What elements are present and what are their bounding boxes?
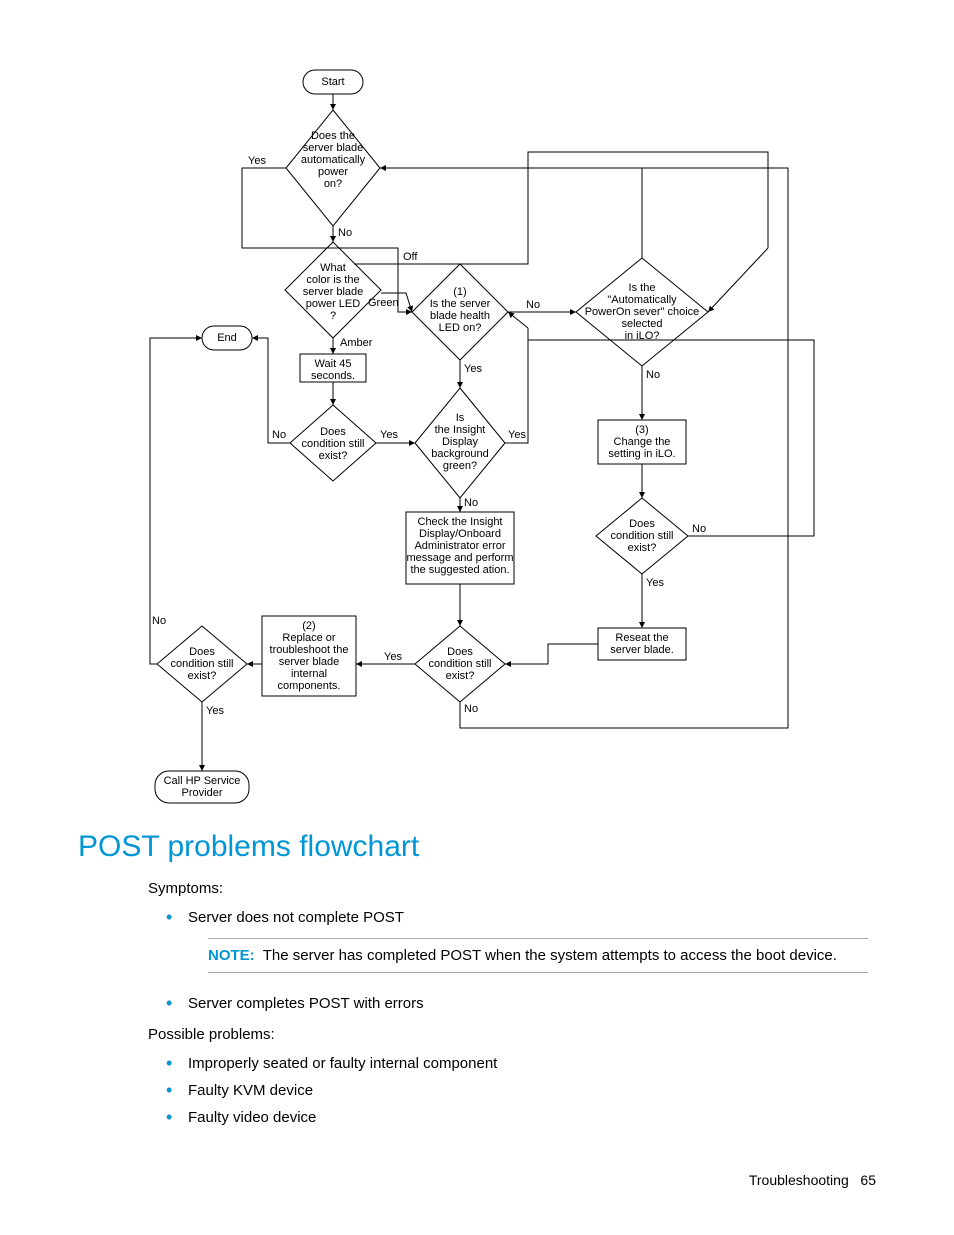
- lbl-no3: No: [526, 300, 540, 311]
- lbl-yes5: Yes: [646, 578, 664, 589]
- note-box: NOTE: The server has completed POST when…: [208, 938, 868, 973]
- node-reseat: Reseat theserver blade.: [598, 632, 686, 656]
- node-replace: (2)Replace ortroubleshoot theserver blad…: [262, 620, 356, 692]
- lbl-no: No: [338, 228, 352, 239]
- node-start: Start: [303, 76, 363, 88]
- lbl-no8: No: [152, 616, 166, 627]
- node-cond-ilo: Doescondition stillexist?: [600, 518, 684, 554]
- lbl-no5: No: [646, 370, 660, 381]
- lbl-yes2: Yes: [380, 430, 398, 441]
- node-ledcolor: Whatcolor is theserver bladepower LED?: [288, 262, 378, 322]
- node-callhp: Call HP ServiceProvider: [155, 775, 249, 799]
- problem-item: Faulty KVM device: [148, 1080, 868, 1101]
- note-text: The server has completed POST when the s…: [263, 947, 837, 964]
- node-checkins: Check the InsightDisplay/OnboardAdminist…: [406, 516, 514, 576]
- lbl-yes3: Yes: [464, 364, 482, 375]
- symptom-item: Server completes POST with errors: [148, 993, 868, 1014]
- lbl-amber: Amber: [340, 338, 372, 349]
- lbl-yes: Yes: [248, 156, 266, 167]
- node-iloset: Is the"AutomaticallyPowerOn sever" choic…: [580, 282, 704, 342]
- node-end: End: [202, 332, 252, 344]
- flowchart: Start Does theserver bladeautomaticallyp…: [148, 68, 826, 818]
- problem-item: Faulty video device: [148, 1107, 868, 1128]
- body-text: Symptoms: Server does not complete POST …: [148, 878, 868, 1138]
- problem-item: Improperly seated or faulty internal com…: [148, 1053, 868, 1074]
- page-footer: Troubleshooting 65: [749, 1171, 876, 1191]
- node-autopower: Does theserver bladeautomaticallypoweron…: [288, 130, 378, 190]
- node-cond3: Doescondition stillexist?: [160, 646, 244, 682]
- footer-section: Troubleshooting: [749, 1172, 849, 1188]
- lbl-no4: No: [464, 498, 478, 509]
- problems-label: Possible problems:: [148, 1024, 868, 1045]
- node-changeilo: (3)Change thesetting in iLO.: [598, 424, 686, 460]
- node-health: (1)Is the serverblade healthLED on?: [416, 286, 504, 334]
- node-insight: Isthe InsightDisplaybackgroundgreen?: [418, 412, 502, 472]
- lbl-no6: No: [692, 524, 706, 535]
- lbl-no7: No: [464, 704, 478, 715]
- page-heading: POST problems flowchart: [78, 826, 419, 868]
- lbl-green: Green: [368, 298, 399, 309]
- lbl-no2: No: [272, 430, 286, 441]
- node-cond2: Doescondition stillexist?: [418, 646, 502, 682]
- symptoms-label: Symptoms:: [148, 878, 868, 899]
- lbl-yes7: Yes: [206, 706, 224, 717]
- lbl-yes4: Yes: [508, 430, 526, 441]
- symptom-item: Server does not complete POST: [148, 907, 868, 928]
- lbl-off: Off: [403, 252, 417, 263]
- footer-page: 65: [860, 1172, 876, 1188]
- note-label: NOTE:: [208, 947, 255, 964]
- node-cond1: Doescondition stillexist?: [292, 426, 374, 462]
- lbl-yes6: Yes: [384, 652, 402, 663]
- node-wait: Wait 45seconds.: [300, 358, 366, 382]
